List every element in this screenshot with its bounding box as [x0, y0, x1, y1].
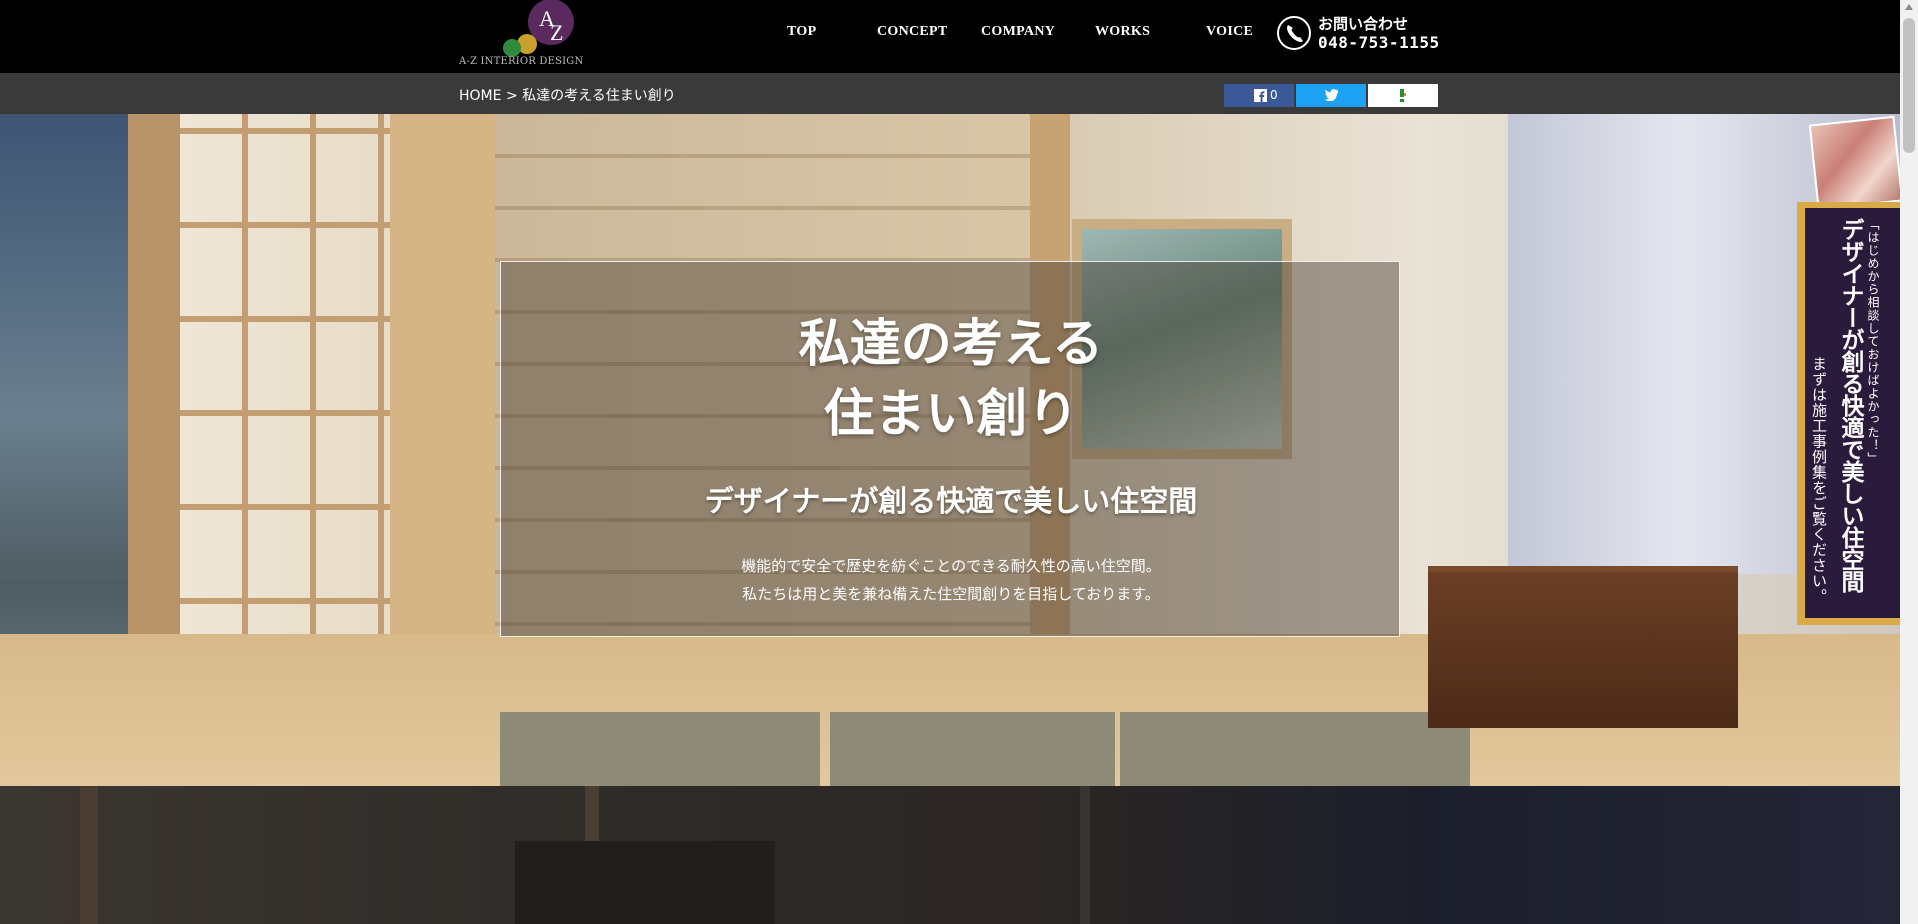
logo-text: A-Z INTERIOR DESIGN: [459, 56, 584, 67]
phone-icon: [1277, 16, 1311, 50]
contact-phone-link[interactable]: お問い合わせ 048-753-1155: [1276, 13, 1456, 57]
banner-cta: まずは施工事例集をご覧ください。: [1810, 356, 1828, 604]
facebook-icon: [1254, 89, 1267, 102]
banner-headline: デザイナーが創る快適で美しい住空間: [1837, 218, 1863, 592]
contact-label: お問い合わせ: [1318, 15, 1409, 33]
facebook-share-count: 0: [1270, 88, 1278, 102]
hero-title-line: 私達の考える: [798, 315, 1104, 374]
breadcrumb-current: 私達の考える住まい創り: [522, 88, 676, 104]
scrollbar-thumb[interactable]: [1903, 18, 1915, 153]
case-study-booklet-image: [1808, 115, 1904, 211]
breadcrumb-separator: >: [505, 88, 518, 104]
hatena-bookmark-button[interactable]: [1368, 84, 1438, 107]
page-scrollbar[interactable]: [1900, 0, 1918, 924]
nav-company[interactable]: COMPANY: [981, 24, 1055, 40]
svg-text:Z: Z: [550, 20, 563, 45]
hero-subtitle: デザイナーが創る快適で美しい住空間: [704, 484, 1198, 518]
hero-text-box: 私達の考える 住まい創り デザイナーが創る快適で美しい住空間 機能的で安全で歴史…: [500, 261, 1400, 637]
hero-bg-chest: [1428, 566, 1738, 728]
case-study-side-banner[interactable]: 「はじめから相談しておけばよかった！」 デザイナーが創る快適で美しい住空間 まず…: [1797, 115, 1904, 625]
nav-voice[interactable]: VOICE: [1206, 24, 1253, 40]
banner-inner: 「はじめから相談しておけばよかった！」 デザイナーが創る快適で美しい住空間 まず…: [1805, 208, 1900, 618]
nav-works[interactable]: WORKS: [1095, 24, 1150, 40]
logo-mark-icon: A Z: [503, 0, 574, 57]
twitter-icon: [1324, 89, 1338, 101]
twitter-share-button[interactable]: [1296, 84, 1366, 107]
site-header: A Z A-Z INTERIOR DESIGN TOP CONCEPT COMP…: [0, 0, 1900, 73]
lower-bg-post: [80, 786, 98, 924]
hero-desc-line: 機能的で安全で歴史を紡ぐことのできる耐久性の高い住空間。: [741, 557, 1161, 575]
breadcrumb-bar: HOME > 私達の考える住まい創り 0: [0, 73, 1900, 114]
nav-top[interactable]: TOP: [787, 24, 816, 40]
lower-bg-stove: [515, 841, 775, 924]
hero-desc-line: 私たちは用と美を兼ね備えた住空間創りを目指しております。: [742, 585, 1160, 603]
nav-concept[interactable]: CONCEPT: [877, 24, 948, 40]
site-logo[interactable]: A Z A-Z INTERIOR DESIGN: [459, 0, 584, 72]
hero-bg-tatami: [1120, 712, 1470, 786]
hatena-icon: [1400, 89, 1406, 102]
hero-description: 機能的で安全で歴史を紡ぐことのできる耐久性の高い住空間。 私たちは用と美を兼ね備…: [501, 552, 1401, 608]
hero-title: 私達の考える 住まい創り: [501, 310, 1401, 450]
hero-title-line: 住まい創り: [823, 385, 1079, 444]
contact-number: 048-753-1155: [1318, 33, 1440, 52]
breadcrumb-home[interactable]: HOME: [459, 88, 501, 104]
breadcrumb: HOME > 私達の考える住まい創り: [459, 85, 676, 105]
banner-frame: 「はじめから相談しておけばよかった！」 デザイナーが創る快適で美しい住空間 まず…: [1797, 202, 1900, 625]
banner-quote: 「はじめから相談しておけばよかった！」: [1866, 218, 1880, 465]
scroll-up-arrow-icon[interactable]: [1905, 4, 1913, 10]
hero-bg-tatami: [830, 712, 1115, 786]
next-section: [0, 786, 1900, 924]
hero-bg-tatami: [500, 712, 820, 786]
facebook-share-button[interactable]: 0: [1224, 84, 1294, 107]
lower-bg-post: [1080, 786, 1090, 924]
hero-section: 私達の考える 住まい創り デザイナーが創る快適で美しい住空間 機能的で安全で歴史…: [0, 114, 1900, 786]
